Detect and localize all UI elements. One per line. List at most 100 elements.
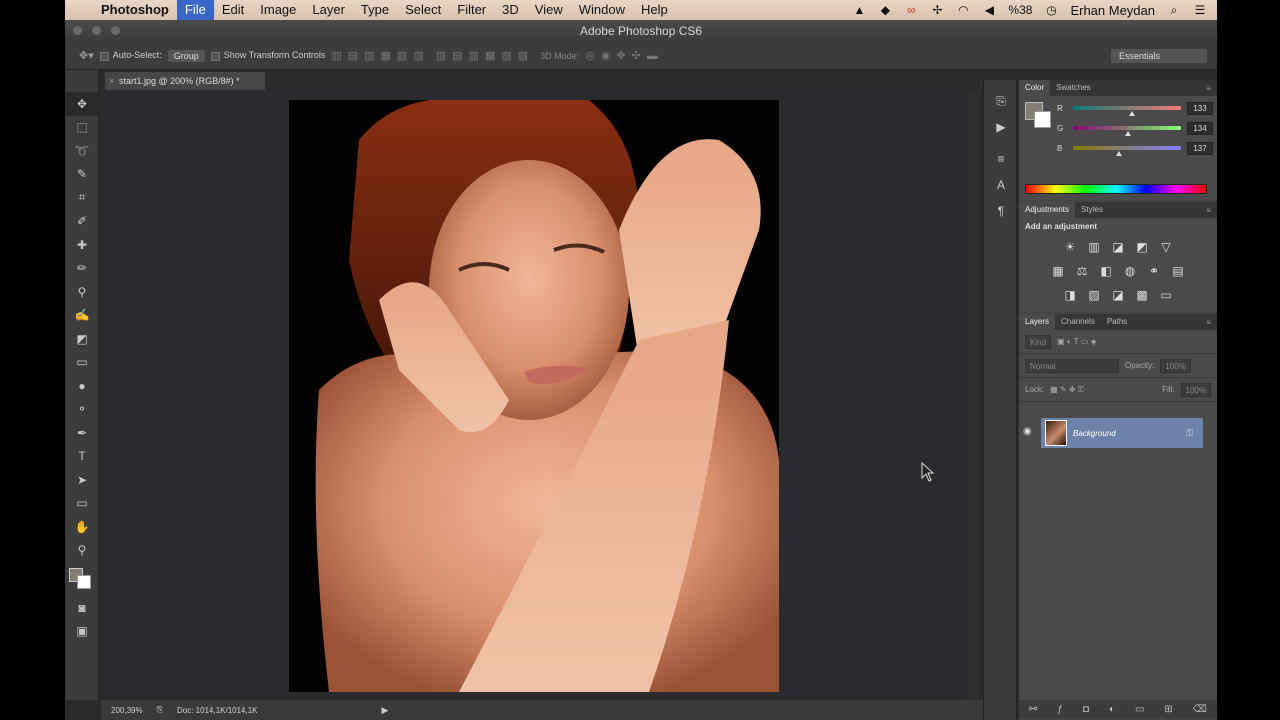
canvas-scrollbar[interactable] — [967, 90, 979, 700]
eraser-tool[interactable]: ◩ — [65, 327, 99, 351]
layer-name[interactable]: Background — [1073, 429, 1116, 438]
character-panel-icon[interactable]: A — [984, 172, 1018, 198]
dodge-tool[interactable]: ⚬ — [65, 398, 99, 422]
tab-channels[interactable]: Channels — [1055, 314, 1101, 330]
hue-saturation-icon[interactable]: ▦ — [1049, 262, 1067, 280]
status-menu-arrow-icon[interactable]: ▶ — [382, 705, 389, 716]
invert-icon[interactable]: ◨ — [1061, 286, 1079, 304]
drive-icon[interactable]: ▲ — [852, 3, 866, 17]
background-color[interactable] — [77, 575, 91, 589]
menu-select[interactable]: Select — [397, 0, 449, 20]
red-slider[interactable]: R 133 — [1057, 100, 1213, 116]
link-layers-icon[interactable]: ⚯ — [1029, 704, 1037, 715]
3d-mode-icons[interactable]: ◎◉✥✣▬ — [585, 49, 664, 62]
tab-adjustments[interactable]: Adjustments — [1019, 202, 1076, 218]
color-panel-background[interactable] — [1034, 111, 1051, 128]
bluetooth-icon[interactable]: ✢ — [930, 3, 944, 17]
minimize-button[interactable] — [92, 26, 101, 35]
menu-photoshop[interactable]: Photoshop — [93, 0, 177, 20]
battery-status[interactable]: %38 — [1008, 3, 1032, 17]
tab-color[interactable]: Color — [1019, 80, 1051, 96]
eyedropper-tool[interactable]: ✐ — [65, 210, 99, 234]
pen-tool[interactable]: ✒ — [65, 421, 99, 445]
layer-filter-icons[interactable]: ▣ ◐ T ▭ ◈ — [1057, 337, 1097, 346]
levels-icon[interactable]: ▥ — [1085, 238, 1103, 256]
share-icon[interactable]: ⎘ — [157, 705, 163, 715]
tab-swatches[interactable]: Swatches — [1050, 80, 1097, 96]
history-panel-icon[interactable]: ⎘ — [984, 88, 1018, 114]
hand-tool[interactable]: ✋ — [65, 515, 99, 539]
green-value[interactable]: 134 — [1187, 121, 1213, 135]
curves-icon[interactable]: ◪ — [1109, 238, 1127, 256]
show-transform-checkbox[interactable]: Show Transform Controls — [210, 50, 325, 61]
search-icon[interactable]: ⌕ — [1167, 3, 1181, 18]
vibrance-icon[interactable]: ▽ — [1157, 238, 1175, 256]
type-tool[interactable]: T — [65, 445, 99, 469]
blur-tool[interactable]: ● — [65, 374, 99, 398]
lasso-tool[interactable]: ➰ — [65, 139, 99, 163]
menu-3d[interactable]: 3D — [494, 0, 527, 20]
wifi-icon[interactable]: ◠ — [956, 3, 970, 17]
zoom-button[interactable] — [111, 26, 120, 35]
photo-filter-icon[interactable]: ◍ — [1121, 262, 1139, 280]
screen-mode-icon[interactable]: ▣ — [65, 620, 99, 644]
history-brush-tool[interactable]: ✍ — [65, 304, 99, 328]
auto-select-target-dropdown[interactable]: Group — [167, 49, 205, 62]
auto-select-checkbox[interactable]: Auto-Select: — [99, 50, 162, 61]
color-swatches[interactable] — [65, 562, 99, 596]
posterize-icon[interactable]: ▨ — [1085, 286, 1103, 304]
add-mask-icon[interactable]: ◘ — [1083, 704, 1089, 715]
path-select-tool[interactable]: ➤ — [65, 468, 99, 492]
adjustments-menu-icon[interactable]: ≡ — [1206, 206, 1217, 215]
properties-panel-icon[interactable]: ≡ — [984, 146, 1018, 172]
new-group-icon[interactable]: ▭ — [1135, 704, 1144, 715]
menu-image[interactable]: Image — [252, 0, 304, 20]
user-name[interactable]: Erhan Meydan — [1070, 3, 1155, 18]
infinity-icon[interactable]: ∞ — [904, 3, 918, 17]
menu-help[interactable]: Help — [633, 0, 676, 20]
gradient-map-icon[interactable]: ▭ — [1157, 286, 1175, 304]
opacity-field[interactable]: 100% — [1160, 358, 1191, 373]
tab-paths[interactable]: Paths — [1101, 314, 1133, 330]
layers-menu-icon[interactable]: ≡ — [1206, 318, 1217, 327]
blue-thumb[interactable] — [1116, 151, 1122, 156]
layer-kind-filter[interactable]: Kind — [1025, 334, 1052, 349]
color-spectrum[interactable] — [1025, 184, 1207, 194]
document-tab[interactable]: × start1.jpg @ 200% (RGB/8#) * — [105, 72, 265, 90]
red-track[interactable] — [1073, 106, 1181, 116]
red-value[interactable]: 133 — [1187, 101, 1213, 115]
brush-tool[interactable]: ✏ — [65, 257, 99, 281]
new-adjustment-icon[interactable]: ◐ — [1109, 704, 1115, 715]
color-lookup-icon[interactable]: ▤ — [1169, 262, 1187, 280]
marquee-tool[interactable]: ⬚ — [65, 116, 99, 140]
layer-style-icon[interactable]: ƒ — [1057, 704, 1063, 715]
green-thumb[interactable] — [1125, 131, 1131, 136]
canvas-area[interactable] — [101, 90, 1001, 698]
new-layer-icon[interactable]: ⊞ — [1164, 704, 1172, 715]
color-panel-menu-icon[interactable]: ≡ — [1206, 84, 1217, 93]
volume-icon[interactable]: ◀ — [982, 3, 996, 17]
blend-mode-dropdown[interactable]: Normal — [1025, 358, 1119, 373]
tab-layers[interactable]: Layers — [1019, 314, 1056, 330]
menu-layer[interactable]: Layer — [304, 0, 353, 20]
green-track[interactable] — [1073, 126, 1181, 136]
close-button[interactable] — [73, 26, 82, 35]
list-icon[interactable]: ☰ — [1193, 3, 1207, 17]
rectangle-tool[interactable]: ▭ — [65, 492, 99, 516]
color-balance-icon[interactable]: ⚖ — [1073, 262, 1091, 280]
clock-icon[interactable]: ◷ — [1044, 3, 1058, 17]
gradient-tool[interactable]: ▭ — [65, 351, 99, 375]
paragraph-panel-icon[interactable]: ¶ — [984, 198, 1018, 224]
workspace-switcher[interactable]: Essentials — [1111, 48, 1207, 63]
channel-mixer-icon[interactable]: ⚭ — [1145, 262, 1163, 280]
fill-field[interactable]: 100% — [1180, 382, 1211, 397]
color-panel-swatches[interactable] — [1025, 102, 1051, 128]
layer-row-background[interactable]: Background ⚿ — [1041, 418, 1203, 448]
dropbox-icon[interactable]: ◆ — [878, 3, 892, 17]
blue-value[interactable]: 137 — [1187, 141, 1213, 155]
layer-visibility-eye-icon[interactable]: ◉ — [1023, 426, 1032, 437]
zoom-tool[interactable]: ⚲ — [65, 539, 99, 563]
brightness-icon[interactable]: ☀ — [1061, 238, 1079, 256]
document-image[interactable] — [289, 100, 779, 692]
quick-select-tool[interactable]: ✎ — [65, 163, 99, 187]
